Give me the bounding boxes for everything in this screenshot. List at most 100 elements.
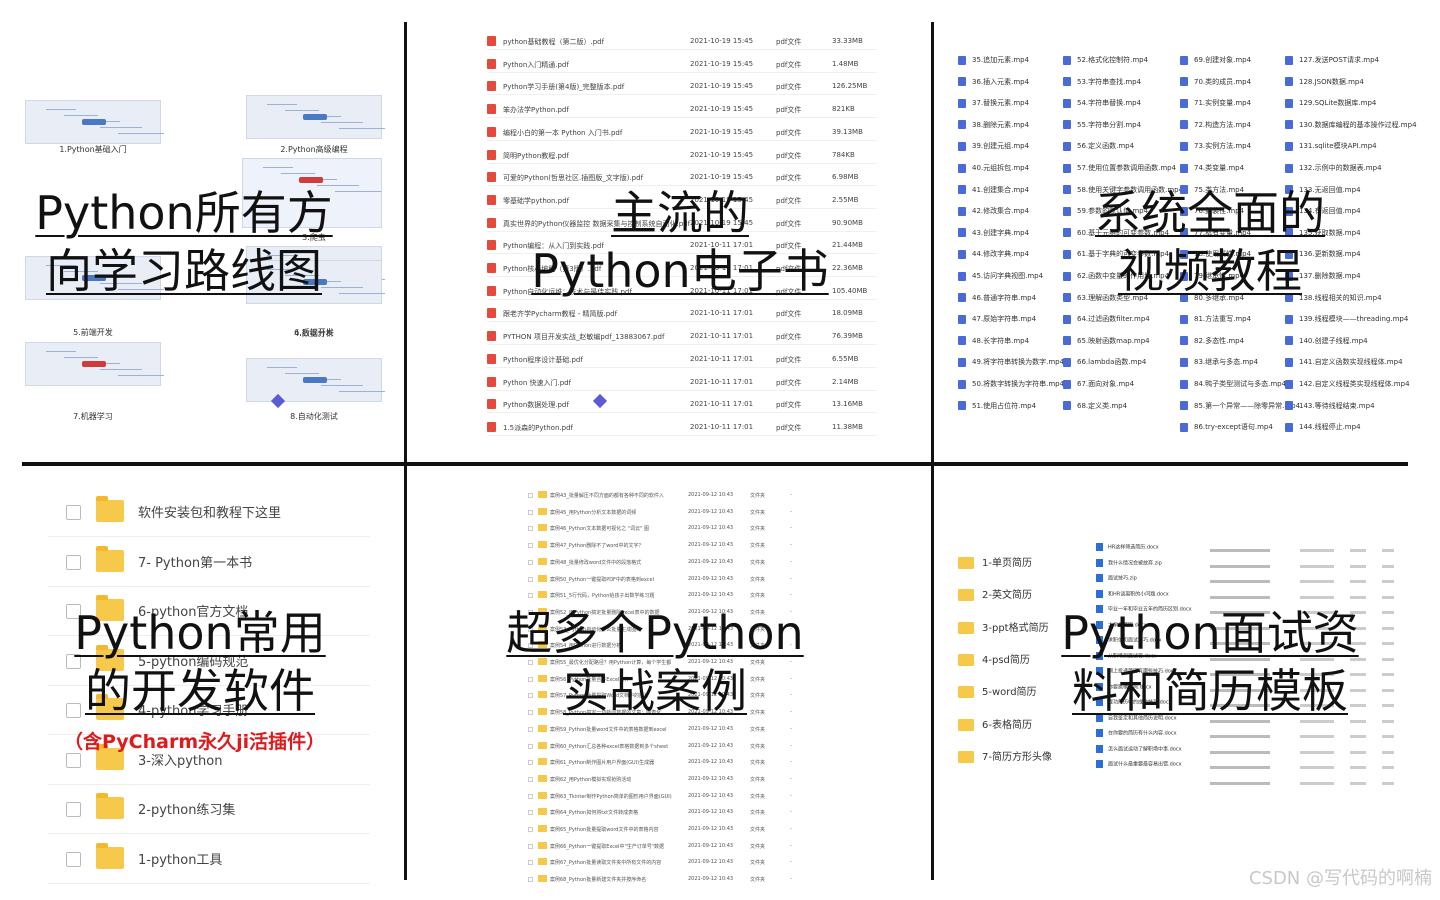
- row-checkbox[interactable]: [528, 860, 533, 866]
- video-file-item[interactable]: 56.定义函数.mp4: [1063, 141, 1134, 153]
- row-checkbox[interactable]: [528, 743, 533, 749]
- video-file-item[interactable]: 127.发送POST请求.mp4: [1285, 55, 1379, 67]
- row-checkbox[interactable]: [66, 505, 81, 520]
- video-file-item[interactable]: 69.创建对象.mp4: [1180, 55, 1251, 67]
- video-file-item[interactable]: 143.等待线程结束.mp4: [1285, 401, 1375, 413]
- video-file-item[interactable]: 72.构造方法.mp4: [1180, 120, 1251, 132]
- case-folder-row[interactable]: 案例45_用Python分析文本数据的词频 2021-09-12 10:43 文件夹…: [528, 505, 798, 521]
- row-checkbox[interactable]: [528, 827, 533, 832]
- case-folder-row[interactable]: 案例61_Python制作图片用户界面(GUI)生成器 2021-09-12 10…: [528, 755, 798, 771]
- row-checkbox[interactable]: [528, 493, 533, 498]
- case-folder-row[interactable]: 案例60_Python汇总各种excel表格数据到多个sheet 2021-09-…: [528, 739, 798, 755]
- row-checkbox[interactable]: [528, 877, 533, 883]
- video-file-item[interactable]: 86.try-except语句.mp4: [1180, 422, 1273, 434]
- video-file-item[interactable]: 35.追加元素.mp4: [958, 55, 1029, 67]
- resume-folder-item[interactable]: 7-简历方形头像: [958, 748, 1052, 768]
- video-file-item[interactable]: 128.JSON数据.mp4: [1285, 77, 1364, 89]
- resume-folder-item[interactable]: 4-psd简历: [958, 651, 1030, 671]
- video-file-item[interactable]: 36.插入元素.mp4: [958, 77, 1029, 89]
- case-folder-row[interactable]: 案例68_Python批量新建文件夹并按序命名 2021-09-12 10:43 文…: [528, 872, 798, 888]
- row-checkbox[interactable]: [66, 752, 81, 768]
- video-file-item[interactable]: 52.格式化控制符.mp4: [1063, 55, 1148, 67]
- video-file-item[interactable]: 68.定义类.mp4: [1063, 401, 1127, 413]
- pdf-file-row[interactable]: Python学习手册(第4版)_完整版本.pdf 2021-10-19 15:45…: [487, 77, 877, 96]
- video-file-item[interactable]: 42.修改集合.mp4: [958, 206, 1029, 218]
- row-checkbox[interactable]: [66, 802, 81, 817]
- resume-folder-item[interactable]: 1-单页简历: [958, 554, 1032, 574]
- pdf-file-row[interactable]: PYTHON 项目开发实战_赵敏编pdf_13883067.pdf 2021-10…: [487, 327, 877, 346]
- software-folder-row[interactable]: 1-python工具: [48, 835, 370, 884]
- case-folder-row[interactable]: 案例46_Python文本数据可视化之 "词云" 图 2021-09-12 10:…: [528, 521, 798, 537]
- video-file-item[interactable]: 83.继承与多态.mp4: [1180, 357, 1258, 369]
- video-file-item[interactable]: 73.实例方法.mp4: [1180, 141, 1251, 153]
- video-file-item[interactable]: 53.字符串查找.mp4: [1063, 77, 1141, 89]
- video-file-item[interactable]: 139.线程模块——threading.mp4: [1285, 314, 1408, 326]
- software-folder-row[interactable]: 7- Python第一本书: [48, 538, 370, 587]
- video-file-item[interactable]: 54.字符串替换.mp4: [1063, 98, 1141, 110]
- video-file-item[interactable]: 71.实例变量.mp4: [1180, 98, 1251, 110]
- case-folder-row[interactable]: 案例43_批量解压不同方面的都有各种不同的软件入 2021-09-12 10:43…: [528, 488, 798, 504]
- video-file-item[interactable]: 140.创建子线程.mp4: [1285, 336, 1368, 348]
- case-folder-row[interactable]: 案例66_Python一键提取Excel中"生产订单号"数据 2021-09-12…: [528, 839, 798, 855]
- pdf-file-row[interactable]: Python 快速入门.pdf 2021-10-11 17:01 pdf文件 2.14…: [487, 373, 877, 391]
- video-file-item[interactable]: 55.字符串分割.mp4: [1063, 120, 1141, 132]
- video-file-item[interactable]: 131.sqlite模块API.mp4: [1285, 141, 1377, 153]
- video-file-item[interactable]: 130.数据库编程的基本操作过程.mp4: [1285, 120, 1417, 132]
- row-checkbox[interactable]: [528, 726, 533, 732]
- row-checkbox[interactable]: [528, 776, 533, 782]
- software-folder-row[interactable]: 软件安装包和教程下这里: [48, 488, 370, 537]
- video-file-item[interactable]: 64.过滤函数filter.mp4: [1063, 314, 1150, 326]
- resume-folder-item[interactable]: 6-表格简历: [958, 716, 1032, 736]
- resume-doc-item[interactable]: 和HR谈离职的小问题.docx: [1096, 589, 1169, 602]
- case-folder-row[interactable]: 案例51_5行代码，Python给孩子出数学练习题 2021-09-12 10:4…: [528, 588, 798, 604]
- resume-doc-item[interactable]: 怎么面试运动了解职场中事.docx: [1096, 744, 1182, 757]
- row-checkbox[interactable]: [528, 576, 533, 582]
- pdf-file-row[interactable]: 跟老齐学Pycharm教程 - 精简版.pdf 2021-10-11 17:01 p…: [487, 304, 877, 323]
- pdf-file-row[interactable]: Python入门精通.pdf 2021-10-19 15:45 pdf文件 1.48M…: [487, 55, 877, 73]
- roadmap-thumbnail[interactable]: [25, 100, 164, 144]
- video-file-item[interactable]: 43.创建字典.mp4: [958, 228, 1029, 240]
- video-file-item[interactable]: 37.替换元素.mp4: [958, 98, 1029, 110]
- video-file-item[interactable]: 46.普通字符串.mp4: [958, 293, 1036, 305]
- video-file-item[interactable]: 142.自定义线程类实现线程体.mp4: [1285, 379, 1410, 391]
- video-file-item[interactable]: 84.鸭子类型测试与多态.mp4: [1180, 379, 1286, 391]
- video-file-item[interactable]: 74.类变量.mp4: [1180, 163, 1244, 175]
- row-checkbox[interactable]: [528, 526, 533, 532]
- pdf-file-row[interactable]: 笨办法学Python.pdf 2021-10-19 15:45 pdf文件 821KB: [487, 100, 877, 119]
- pdf-file-row[interactable]: Python程序设计基础.pdf 2021-10-11 17:01 pdf文件 6.5…: [487, 350, 877, 368]
- software-folder-row[interactable]: 2-python练习集: [48, 785, 370, 834]
- video-file-item[interactable]: 144.线程停止.mp4: [1285, 422, 1361, 434]
- video-file-item[interactable]: 39.创建元组.mp4: [958, 141, 1029, 153]
- row-checkbox[interactable]: [528, 760, 533, 766]
- resume-doc-item[interactable]: 我什么情况会被放弃.zip: [1096, 558, 1162, 571]
- video-file-item[interactable]: 57.使用位置参数调用函数.mp4: [1063, 163, 1176, 175]
- video-file-item[interactable]: 49.将字符串转换为数字.mp4: [958, 357, 1064, 369]
- resume-doc-item[interactable]: HR这样筛选简历.docx: [1096, 543, 1159, 555]
- pdf-file-row[interactable]: Python数据处理.pdf 2021-10-11 17:01 pdf文件 13.16…: [487, 395, 877, 414]
- video-file-item[interactable]: 47.原始字符串.mp4: [958, 314, 1036, 326]
- video-file-item[interactable]: 40.元组拆包.mp4: [958, 163, 1029, 175]
- pdf-file-row[interactable]: 编程小白的第一本 Python 入门书.pdf 2021-10-19 15:45 p…: [487, 123, 877, 141]
- resume-doc-item[interactable]: 面试什么最重要最容易出错.docx: [1096, 760, 1182, 772]
- row-checkbox[interactable]: [528, 593, 533, 599]
- row-checkbox[interactable]: [528, 843, 533, 849]
- roadmap-thumbnail[interactable]: [246, 95, 385, 139]
- row-checkbox[interactable]: [528, 793, 533, 799]
- video-file-item[interactable]: 51.使用占位符.mp4: [958, 401, 1036, 413]
- video-file-item[interactable]: 38.删除元素.mp4: [958, 120, 1029, 132]
- video-file-item[interactable]: 70.类的成员.mp4: [1180, 77, 1251, 89]
- row-checkbox[interactable]: [66, 554, 81, 570]
- row-checkbox[interactable]: [528, 509, 533, 515]
- case-folder-row[interactable]: 案例65_Python批量提取word文件中的表格内容 2021-09-12 10…: [528, 822, 798, 838]
- video-file-item[interactable]: 82.多态性.mp4: [1180, 336, 1244, 348]
- video-file-item[interactable]: 65.映射函数map.mp4: [1063, 336, 1150, 348]
- resume-folder-item[interactable]: 5-word简历: [958, 683, 1037, 703]
- case-folder-row[interactable]: 案例64_Python如何将txt文件转成表格 2021-09-12 10:43 文…: [528, 805, 798, 821]
- video-file-item[interactable]: 132.示例中的数据表.mp4: [1285, 163, 1382, 175]
- video-file-item[interactable]: 141.自定义函数实现线程体.mp4: [1285, 357, 1403, 369]
- resume-doc-item[interactable]: 在你要的简历有什么内容.docx: [1096, 729, 1177, 741]
- pdf-file-row[interactable]: 简明Python教程.pdf 2021-10-19 15:45 pdf文件 784KB: [487, 146, 877, 164]
- video-file-item[interactable]: 48.长字符串.mp4: [958, 336, 1029, 348]
- case-folder-row[interactable]: 案例50_Python一键提取PDF中的表格到excel 2021-09-12 1…: [528, 572, 798, 588]
- row-checkbox[interactable]: [528, 810, 533, 816]
